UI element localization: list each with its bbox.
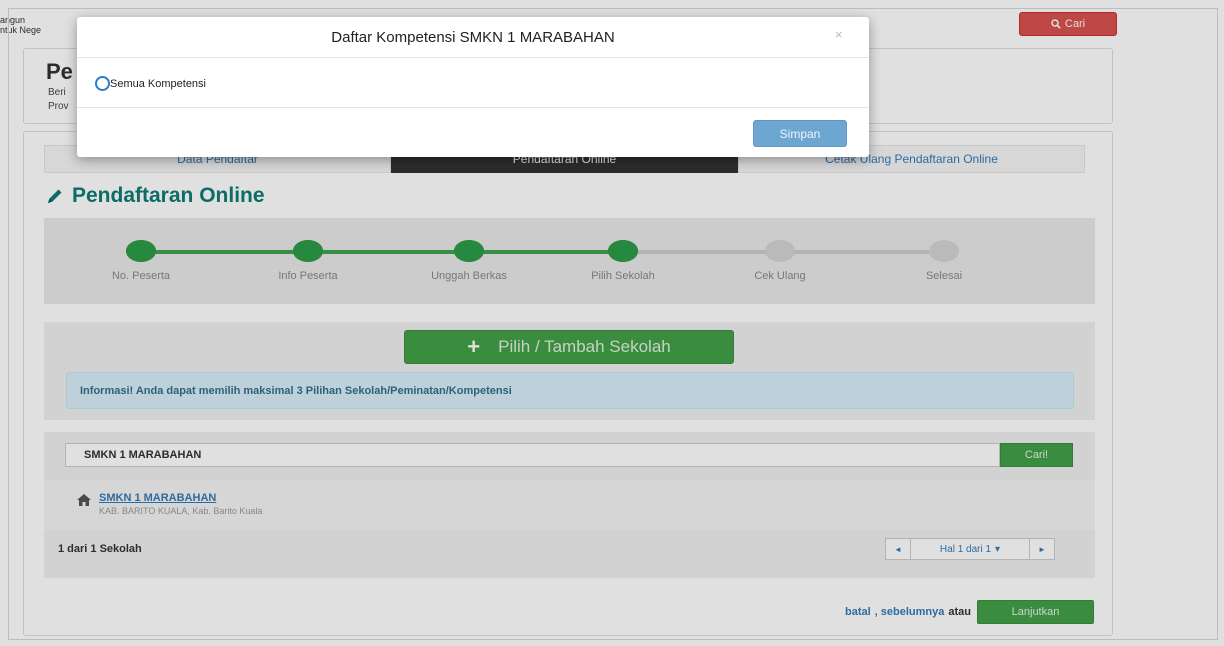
close-icon[interactable]: ×	[835, 27, 843, 42]
competency-option[interactable]: Semua Kompetensi	[95, 76, 206, 91]
modal-header: Daftar Kompetensi SMKN 1 MARABAHAN ×	[77, 17, 869, 58]
modal-body: Semua Kompetensi	[77, 58, 869, 108]
competency-radio[interactable]	[95, 76, 110, 91]
save-button[interactable]: Simpan	[753, 120, 847, 147]
modal-footer: Simpan	[77, 108, 869, 157]
competency-modal: Daftar Kompetensi SMKN 1 MARABAHAN × Sem…	[77, 17, 869, 157]
competency-option-label: Semua Kompetensi	[110, 77, 206, 90]
modal-title: Daftar Kompetensi SMKN 1 MARABAHAN	[331, 29, 615, 46]
